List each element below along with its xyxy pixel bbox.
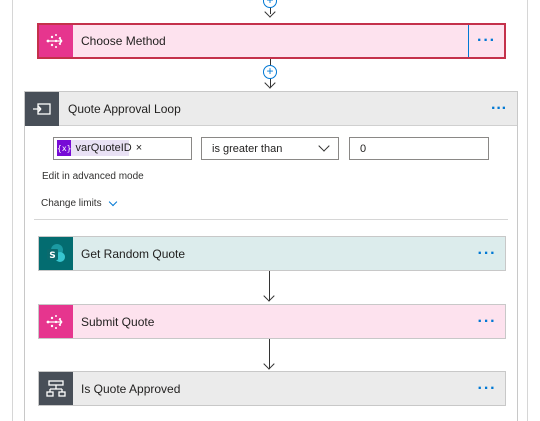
change-limits-toggle[interactable]: Change limits <box>41 197 117 209</box>
variable-token-label: varQuoteID <box>75 142 132 154</box>
remove-token-button[interactable]: × <box>136 142 146 154</box>
card-title: Is Quote Approved <box>81 381 181 396</box>
card-title: Submit Quote <box>81 314 155 329</box>
chevron-down-icon <box>108 197 117 206</box>
submit-quote-card[interactable]: Submit Quote ··· <box>38 304 506 339</box>
condition-value-input[interactable]: 0 <box>349 137 489 160</box>
more-options-button[interactable]: ··· <box>469 372 505 405</box>
flow-icon <box>39 25 73 57</box>
choose-method-card[interactable]: Choose Method ··· <box>37 23 506 59</box>
condition-operator-select[interactable]: is greater than <box>201 137 339 160</box>
more-options-button[interactable]: ··· <box>469 237 505 270</box>
canvas-frame-right <box>527 0 528 421</box>
svg-text:S: S <box>49 251 55 261</box>
chevron-down-icon <box>318 140 330 152</box>
loop-icon <box>25 91 59 126</box>
card-title: Choose Method <box>81 34 166 48</box>
loop-title: Quote Approval Loop <box>68 101 181 116</box>
loop-header[interactable]: Quote Approval Loop ··· <box>25 91 517 126</box>
more-options-button[interactable]: ··· <box>468 25 504 57</box>
condition-value: 0 <box>360 142 367 155</box>
sharepoint-icon: S <box>39 237 73 270</box>
variable-token[interactable]: {x} varQuoteID × <box>57 140 142 156</box>
card-title: Get Random Quote <box>81 246 186 261</box>
edit-advanced-mode-link[interactable]: Edit in advanced mode <box>42 171 144 182</box>
operator-value: is greater than <box>212 142 283 155</box>
canvas-frame-left <box>12 0 13 421</box>
divider <box>34 219 508 220</box>
change-limits-label: Change limits <box>41 198 102 209</box>
is-quote-approved-card[interactable]: Is Quote Approved ··· <box>38 371 506 406</box>
get-random-quote-card[interactable]: S Get Random Quote ··· <box>38 236 506 271</box>
flow-icon <box>39 305 73 338</box>
arrow-down-icon <box>264 6 276 18</box>
condition-icon <box>39 372 73 405</box>
arrow-down-icon <box>264 77 276 89</box>
variable-icon: {x} <box>57 140 72 156</box>
more-options-button[interactable]: ··· <box>469 305 505 338</box>
condition-left-operand[interactable]: {x} varQuoteID × <box>53 137 192 160</box>
more-options-button[interactable]: ··· <box>481 100 517 118</box>
